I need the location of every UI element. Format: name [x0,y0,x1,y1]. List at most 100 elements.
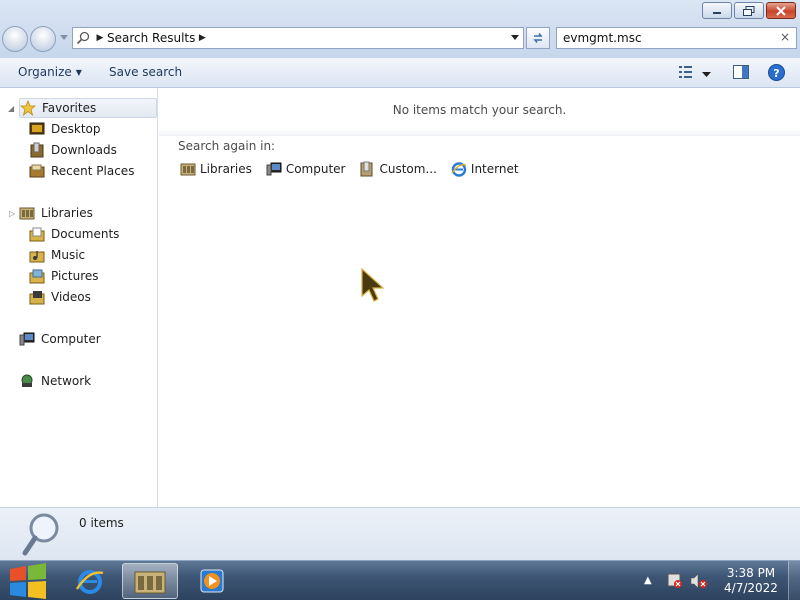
search-folder-icon [73,28,93,48]
system-tray: ▲ 3:38 PM 4/7/2022 [640,561,800,600]
close-button[interactable] [766,2,796,19]
svg-text:?: ? [773,67,779,80]
command-bar: Organize ▼ Save search ? [0,58,800,88]
help-button[interactable]: ? [768,64,785,84]
custom-icon [359,161,375,177]
network-icon [19,373,35,389]
nav-label: Computer [41,332,101,346]
show-hidden-icons-button[interactable]: ▲ [644,575,652,586]
back-button[interactable] [2,26,28,52]
search-again-computer[interactable]: Computer [266,161,346,177]
taskbar-internet-explorer[interactable] [62,563,118,599]
link-label: Libraries [200,162,252,176]
computer-icon [19,331,35,347]
clear-search-icon[interactable]: × [780,30,790,44]
nav-label: Network [41,374,92,388]
pictures-icon [29,268,45,284]
change-view-button[interactable] [678,64,694,83]
taskbar: ▲ 3:38 PM 4/7/2022 [0,560,800,600]
link-label: Custom... [379,162,437,176]
chevron-down-icon [511,35,519,40]
recent-pages-dropdown-icon[interactable] [60,35,68,41]
mouse-cursor-icon [361,268,385,302]
nav-label: Music [51,248,86,262]
details-pane: 0 items [0,507,800,560]
link-label: Computer [285,162,346,176]
window-frame: ▶ Search Results ▶ × [0,0,800,58]
search-again-custom[interactable]: Custom... [359,161,437,177]
forward-button[interactable] [30,26,56,52]
nav-libraries[interactable]: Libraries [19,203,93,223]
nav-music[interactable]: Music [29,245,85,265]
content-pane: No items match your search. Search again… [159,88,800,507]
clock-time: 3:38 PM [726,566,776,580]
computer-icon [266,161,282,177]
chevron-down-icon: ▼ [75,68,82,77]
address-segment[interactable]: Search Results [107,31,195,45]
libraries-icon [134,571,166,594]
media-player-icon [200,569,224,593]
nav-label: Desktop [51,122,101,136]
help-icon: ? [768,64,785,81]
volume-muted-icon[interactable] [690,573,708,589]
nav-favorites[interactable]: Favorites [19,98,157,118]
nav-videos[interactable]: Videos [29,287,91,307]
internet-explorer-icon [75,570,104,594]
expand-favorites-icon[interactable]: ◢ [8,104,14,113]
nav-label: Videos [51,290,91,304]
preview-pane-button[interactable] [733,64,749,83]
clock[interactable]: 3:38 PM 4/7/2022 [720,566,782,596]
organize-button[interactable]: Organize ▼ [18,65,82,79]
close-icon [776,5,786,16]
search-again-libraries[interactable]: Libraries [180,161,252,177]
taskbar-windows-explorer[interactable] [122,563,178,599]
maximize-button[interactable] [734,2,764,19]
desktop-icon [29,121,45,137]
show-desktop-button[interactable] [788,561,800,600]
window-controls [702,2,796,19]
preview-pane-icon [733,65,749,79]
nav-label: Documents [51,227,120,241]
search-box[interactable]: × [556,27,797,49]
taskbar-media-player[interactable] [184,563,240,599]
save-search-button[interactable]: Save search [109,65,182,79]
item-count: 0 items [79,516,124,530]
action-center-icon[interactable] [666,573,684,589]
empty-results-message: No items match your search. [392,103,567,117]
windows-logo-icon [10,563,46,599]
nav-desktop[interactable]: Desktop [29,119,101,139]
link-label: Internet [470,162,519,176]
start-button[interactable] [2,561,56,600]
address-bar[interactable]: ▶ Search Results ▶ [72,27,524,49]
refresh-button[interactable] [526,27,550,49]
nav-pictures[interactable]: Pictures [29,266,99,286]
clock-date: 4/7/2022 [724,581,778,595]
navigation-buttons [2,26,68,52]
chevron-right-icon[interactable]: ▶ [93,33,107,43]
search-magnifier-icon [22,513,59,556]
nav-label: Downloads [51,143,117,157]
music-icon [29,247,45,263]
recent-places-icon [29,163,45,179]
search-again-internet[interactable]: Internet [451,161,519,177]
favorites-star-icon [20,100,36,116]
chevron-right-icon[interactable]: ▶ [195,33,209,43]
chevron-down-icon [702,72,711,77]
minimize-button[interactable] [702,2,732,19]
address-dropdown-button[interactable] [507,28,523,48]
nav-label: Libraries [41,206,93,220]
expand-libraries-icon[interactable]: ▷ [9,209,15,218]
nav-network[interactable]: Network [19,371,91,391]
videos-icon [29,289,45,305]
search-again-label: Search again in: [178,139,276,153]
internet-explorer-icon [451,161,467,177]
view-options-dropdown[interactable] [702,67,711,81]
nav-recent-places[interactable]: Recent Places [29,161,134,181]
nav-downloads[interactable]: Downloads [29,140,117,160]
view-details-icon [679,66,692,78]
nav-label: Pictures [51,269,99,283]
nav-computer[interactable]: Computer [19,329,101,349]
nav-documents[interactable]: Documents [29,224,119,244]
search-input[interactable] [563,31,773,45]
libraries-icon [180,161,196,177]
